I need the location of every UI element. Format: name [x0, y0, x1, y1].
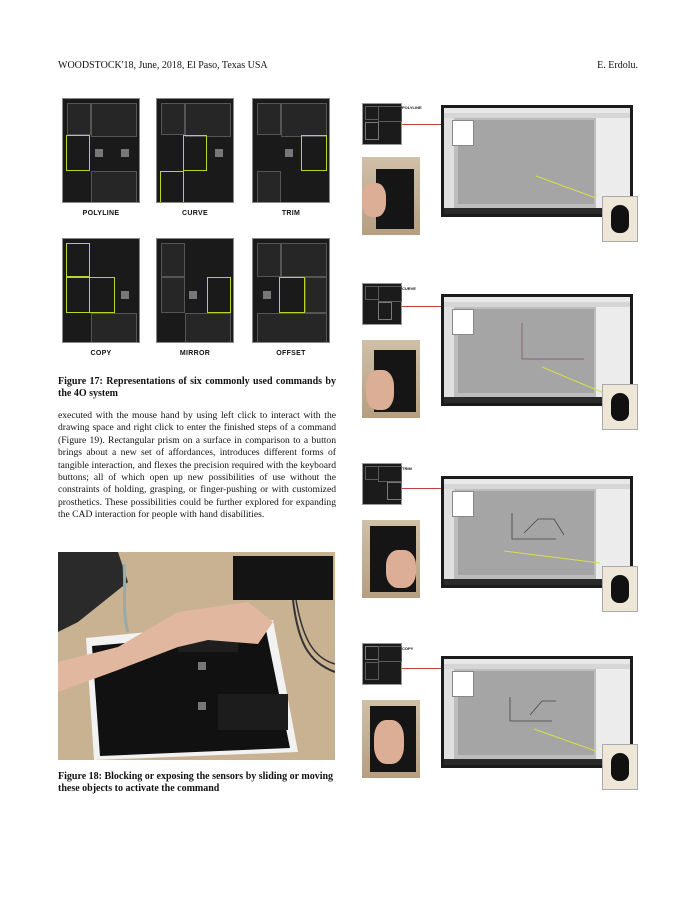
- connector-line: [402, 306, 442, 307]
- row-photo-curve: [362, 340, 420, 418]
- connector-line: [402, 488, 442, 489]
- row-label-polyline: POLYLINE: [402, 105, 422, 110]
- mouse-inset-polyline: [602, 196, 638, 242]
- figure-17-caption: Figure 17: Representations of six common…: [58, 376, 336, 399]
- panel-label-offset: OFFSET: [276, 350, 306, 357]
- row-label-copy: COPY: [402, 646, 414, 651]
- panel-copy: [62, 238, 140, 343]
- row-photo-polyline: [362, 157, 420, 235]
- row-label-trim: TRIM: [402, 466, 412, 471]
- panel-label-mirror: MIRROR: [179, 350, 211, 357]
- panel-label-trim: TRIM: [281, 210, 301, 217]
- row-label-curve: CURVE: [402, 286, 416, 291]
- author-header: E. Erdolu.: [597, 60, 638, 71]
- mouse-inset-copy: [602, 744, 638, 790]
- mini-device-trim: [362, 463, 402, 505]
- figure-18-photo: [58, 552, 335, 760]
- panel-curve: [156, 98, 234, 203]
- connector-line: [402, 124, 442, 125]
- row-photo-trim: [362, 520, 420, 598]
- row-photo-copy: [362, 700, 420, 778]
- hand-on-device-illustration: [58, 552, 335, 760]
- panel-mirror: [156, 238, 234, 343]
- mini-device-curve: [362, 283, 402, 325]
- running-header: WOODSTOCK'18, June, 2018, El Paso, Texas…: [58, 60, 268, 71]
- panel-trim: [252, 98, 330, 203]
- panel-polyline: [62, 98, 140, 203]
- panel-label-polyline: POLYLINE: [82, 210, 120, 217]
- figure-18-caption: Figure 18: Blocking or exposing the sens…: [58, 771, 334, 794]
- body-paragraph: executed with the mouse hand by using le…: [58, 410, 336, 521]
- panel-label-copy: COPY: [90, 350, 112, 357]
- mini-device-polyline: [362, 103, 402, 145]
- mini-device-copy: [362, 643, 402, 685]
- panel-label-curve: CURVE: [182, 210, 208, 217]
- mouse-inset-trim: [602, 566, 638, 612]
- mouse-inset-curve: [602, 384, 638, 430]
- panel-offset: [252, 238, 330, 343]
- connector-line: [402, 668, 442, 669]
